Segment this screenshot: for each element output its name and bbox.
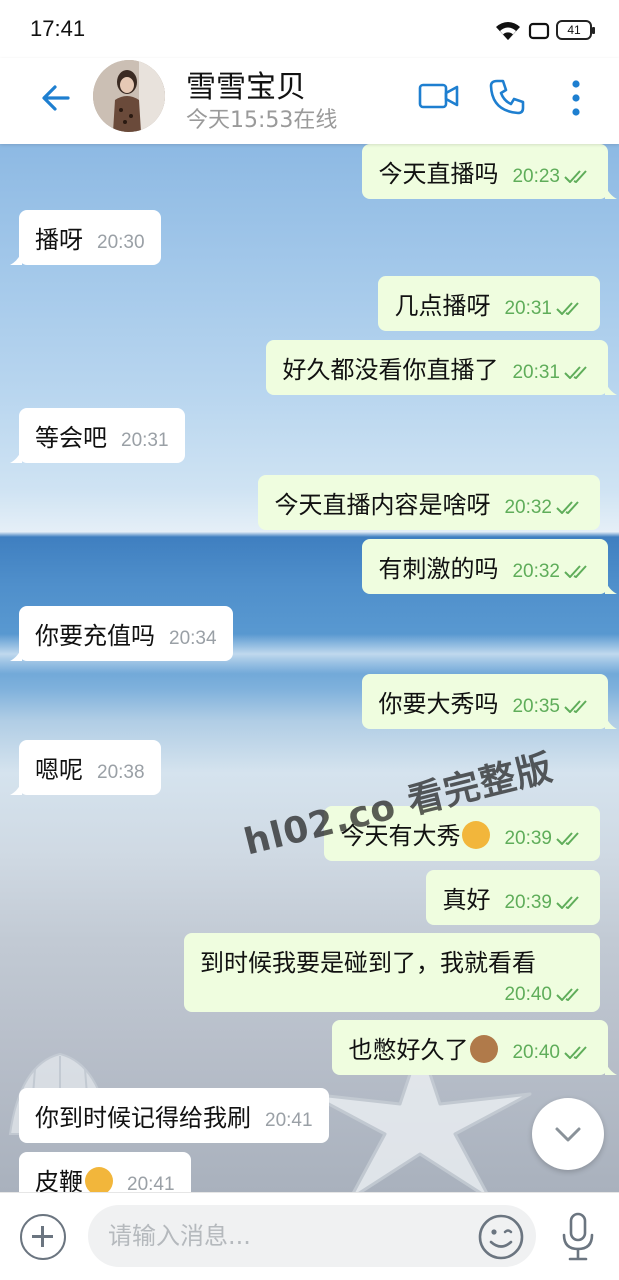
message-outgoing[interactable]: 几点播呀 20:31	[378, 276, 600, 331]
contact-avatar[interactable]	[93, 60, 165, 132]
message-text: 你要充值吗	[35, 622, 155, 650]
contact-name[interactable]: 雪雪宝贝	[186, 62, 306, 106]
message-time: 20:32	[512, 561, 560, 582]
chat-area[interactable]: 今天直播吗 20:23 播呀 20:30 几点播呀 20:31 好久都没看你直播了 20…	[0, 144, 619, 1192]
status-bar: 17:41 41	[0, 0, 619, 58]
message-text: 今天直播吗	[378, 160, 499, 188]
message-text: 你要大秀吗	[378, 690, 499, 718]
message-outgoing[interactable]: 你要大秀吗 20:35	[362, 674, 617, 729]
message-time: 20:32	[504, 497, 552, 518]
bubble-tail	[605, 715, 617, 729]
read-ticks-icon	[564, 565, 587, 578]
message-text: 等会吧	[35, 424, 107, 452]
bubble-tail	[10, 781, 22, 795]
emoji-sticker-icon[interactable]	[476, 1212, 526, 1262]
back-arrow-icon[interactable]	[36, 78, 76, 118]
bubble-tail	[10, 449, 22, 463]
bubble-tail	[605, 580, 617, 594]
status-time: 17:41	[30, 16, 86, 41]
message-time: 20:39	[504, 828, 552, 849]
smile-emoji-icon	[462, 821, 491, 849]
message-text: 今天直播内容是啥呀	[274, 491, 491, 519]
message-outgoing[interactable]: 今天直播吗 20:23	[362, 144, 617, 199]
message-text: 你到时候记得给我刷	[35, 1104, 251, 1132]
screen-rotation-icon	[528, 22, 550, 40]
message-text: 也憋好久了	[348, 1036, 469, 1064]
message-time: 20:39	[504, 892, 552, 913]
message-text: 嗯呢	[35, 756, 83, 784]
message-incoming[interactable]: 你到时候记得给我刷 20:41	[19, 1088, 329, 1143]
message-text: 有刺激的吗	[378, 555, 499, 583]
bubble-tail	[605, 185, 617, 199]
read-ticks-icon	[556, 988, 579, 1001]
message-outgoing[interactable]: 到时候我要是碰到了，我就看看 20:40	[184, 933, 600, 1012]
bubble-tail	[605, 381, 617, 395]
read-ticks-icon	[556, 501, 579, 514]
read-ticks-icon	[564, 366, 587, 379]
message-text: 到时候我要是碰到了，我就看看	[200, 949, 536, 977]
read-ticks-icon	[556, 896, 579, 909]
message-input-bar	[0, 1192, 619, 1280]
microphone-icon[interactable]	[556, 1211, 600, 1263]
message-text: 几点播呀	[394, 292, 491, 320]
message-incoming[interactable]: 嗯呢 20:38	[10, 740, 161, 795]
message-time: 20:40	[512, 1042, 560, 1063]
message-time: 20:23	[512, 166, 560, 187]
scroll-to-bottom-button[interactable]	[532, 1098, 604, 1170]
last-seen-status: 今天15:53在线	[186, 108, 338, 133]
message-time: 20:30	[97, 232, 145, 253]
chevron-down-icon	[555, 1127, 581, 1142]
chat-header: 雪雪宝贝 今天15:53在线	[0, 58, 619, 144]
voice-call-icon[interactable]	[488, 78, 526, 116]
read-ticks-icon	[564, 700, 587, 713]
message-incoming[interactable]: 你要充值吗 20:34	[10, 606, 233, 661]
wifi-icon	[496, 22, 520, 40]
more-options-icon[interactable]	[562, 78, 590, 118]
message-time: 20:38	[97, 762, 145, 783]
message-time: 20:31	[512, 362, 560, 383]
message-time: 20:31	[121, 430, 169, 451]
read-ticks-icon	[564, 170, 587, 183]
read-ticks-icon	[556, 832, 579, 845]
message-time: 20:41	[127, 1174, 175, 1192]
add-attachment-button[interactable]	[20, 1214, 66, 1260]
message-input[interactable]	[88, 1205, 536, 1267]
message-incoming[interactable]: 播呀 20:30	[10, 210, 161, 265]
message-outgoing[interactable]: 好久都没看你直播了 20:31	[266, 340, 617, 395]
message-time: 20:34	[169, 628, 217, 649]
message-outgoing[interactable]: 有刺激的吗 20:32	[362, 539, 617, 594]
battery-icon: 41	[556, 20, 595, 40]
message-text: 播呀	[35, 226, 83, 254]
message-time: 20:31	[504, 298, 552, 319]
message-incoming[interactable]: 等会吧 20:31	[10, 408, 185, 463]
see-no-evil-monkey-emoji-icon	[470, 1035, 499, 1063]
video-call-icon[interactable]	[418, 80, 460, 112]
message-outgoing[interactable]: 今天直播内容是啥呀 20:32	[258, 475, 600, 530]
bubble-tail	[10, 251, 22, 265]
bubble-tail	[605, 1061, 617, 1075]
message-outgoing[interactable]: 真好 20:39	[426, 870, 600, 925]
message-time: 20:41	[265, 1110, 313, 1131]
message-text: 皮鞭	[35, 1168, 83, 1192]
message-text: 真好	[442, 886, 491, 914]
bubble-tail	[10, 647, 22, 661]
read-ticks-icon	[556, 302, 579, 315]
message-incoming[interactable]: 皮鞭 20:41	[19, 1152, 191, 1192]
message-time: 20:40	[504, 984, 552, 1005]
thinking-emoji-icon	[85, 1167, 113, 1192]
message-text: 好久都没看你直播了	[282, 356, 499, 384]
read-ticks-icon	[564, 1046, 587, 1059]
message-time: 20:35	[512, 696, 560, 717]
message-outgoing[interactable]: 也憋好久了 20:40	[332, 1020, 617, 1075]
